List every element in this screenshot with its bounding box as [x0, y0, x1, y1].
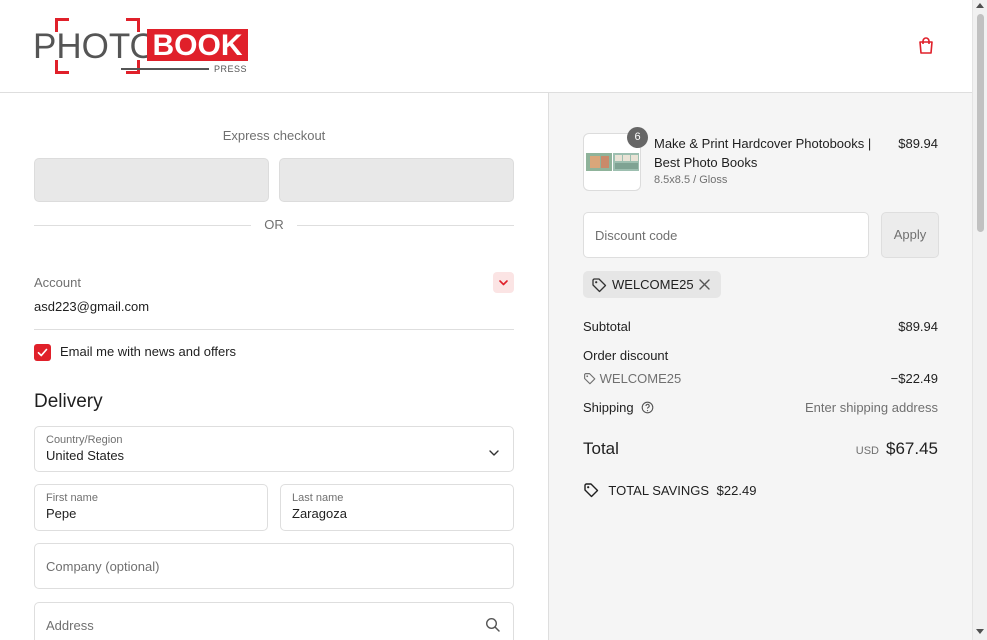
- or-divider: OR: [34, 217, 514, 233]
- shipping-row-label: Shipping: [583, 400, 654, 415]
- quantity-badge: 6: [627, 127, 648, 148]
- first-name-value: Pepe: [46, 506, 77, 521]
- savings-label: TOTAL SAVINGS: [608, 483, 710, 498]
- last-name-field[interactable]: Last name Zaragoza: [280, 484, 514, 531]
- logo-word-press: PRESS: [214, 64, 248, 74]
- last-name-value: Zaragoza: [292, 506, 347, 521]
- delivery-title: Delivery: [34, 391, 103, 412]
- savings-value: $22.49: [716, 483, 757, 498]
- total-label: Total: [583, 439, 619, 458]
- account-email: asd223@gmail.com: [34, 299, 150, 314]
- total-savings: TOTAL SAVINGS $22.49: [583, 482, 756, 498]
- shipping-label: Shipping: [583, 400, 634, 415]
- account-divider: [34, 329, 514, 330]
- page-scrollbar[interactable]: [972, 0, 987, 640]
- search-icon: [485, 617, 501, 633]
- shopping-bag-icon[interactable]: [916, 36, 936, 56]
- express-checkout-title: Express checkout: [222, 128, 326, 143]
- express-pay-button-1[interactable]: [34, 158, 269, 202]
- apply-button[interactable]: Apply: [881, 212, 939, 258]
- country-value: United States: [46, 448, 125, 463]
- applied-discount-chip: WELCOME25: [583, 271, 721, 298]
- logo-word-photo: PHOTO: [33, 27, 157, 66]
- account-label: Account: [34, 275, 81, 290]
- discount-placeholder: Discount code: [595, 228, 678, 243]
- subtotal-label: Subtotal: [583, 319, 631, 334]
- logo-underline: [121, 68, 209, 70]
- order-discount-code-row: WELCOME25: [583, 371, 681, 386]
- divider-line: [297, 225, 514, 226]
- address-field[interactable]: Address: [34, 602, 514, 640]
- help-icon[interactable]: [641, 401, 654, 414]
- checkout-form: Express checkout OR Account asd223@gmail…: [0, 93, 548, 640]
- logo-word-book: BOOK: [147, 29, 248, 62]
- country-label: Country/Region: [46, 434, 123, 446]
- photobook-press-logo[interactable]: PHOTO BOOK PRESS: [33, 18, 249, 74]
- scrollbar-thumb[interactable]: [977, 14, 984, 232]
- close-icon[interactable]: [698, 278, 711, 291]
- company-placeholder: Company (optional): [46, 559, 160, 574]
- order-discount-label: Order discount: [583, 348, 669, 363]
- product-variant: 8.5x8.5 / Gloss: [654, 174, 728, 186]
- newsletter-checkbox[interactable]: [34, 344, 51, 361]
- address-placeholder: Address: [46, 618, 94, 633]
- company-field[interactable]: Company (optional): [34, 543, 514, 589]
- order-summary: 6 Make & Print Hardcover Photobooks | Be…: [548, 93, 972, 640]
- shipping-value: Enter shipping address: [805, 400, 938, 415]
- product-price: $89.94: [898, 136, 938, 151]
- express-pay-button-2[interactable]: [279, 158, 514, 202]
- first-name-label: First name: [46, 492, 98, 504]
- subtotal-value: $89.94: [898, 319, 938, 334]
- tag-icon: [583, 372, 596, 385]
- total-currency: USD: [855, 445, 879, 457]
- chevron-down-icon[interactable]: [493, 272, 514, 293]
- scroll-up-arrow-icon[interactable]: [976, 3, 984, 8]
- total-value: $67.45: [886, 439, 938, 458]
- scroll-down-arrow-icon[interactable]: [976, 629, 984, 634]
- tag-icon: [591, 277, 607, 293]
- applied-code-text: WELCOME25: [612, 277, 694, 292]
- newsletter-label[interactable]: Email me with news and offers: [60, 344, 236, 359]
- discount-code-input[interactable]: Discount code: [583, 212, 869, 258]
- tag-icon: [583, 482, 599, 498]
- product-name: Make & Print Hardcover Photobooks | Best…: [654, 136, 872, 170]
- checkout-page: PHOTO BOOK PRESS Express checkout OR Acc…: [0, 0, 987, 640]
- country-select[interactable]: Country/Region United States: [34, 426, 514, 472]
- last-name-label: Last name: [292, 492, 344, 504]
- first-name-field[interactable]: First name Pepe: [34, 484, 268, 531]
- order-discount-value: −$22.49: [890, 371, 938, 386]
- order-discount-code: WELCOME25: [599, 371, 682, 386]
- chevron-down-icon: [489, 444, 499, 456]
- header: PHOTO BOOK PRESS: [0, 0, 972, 93]
